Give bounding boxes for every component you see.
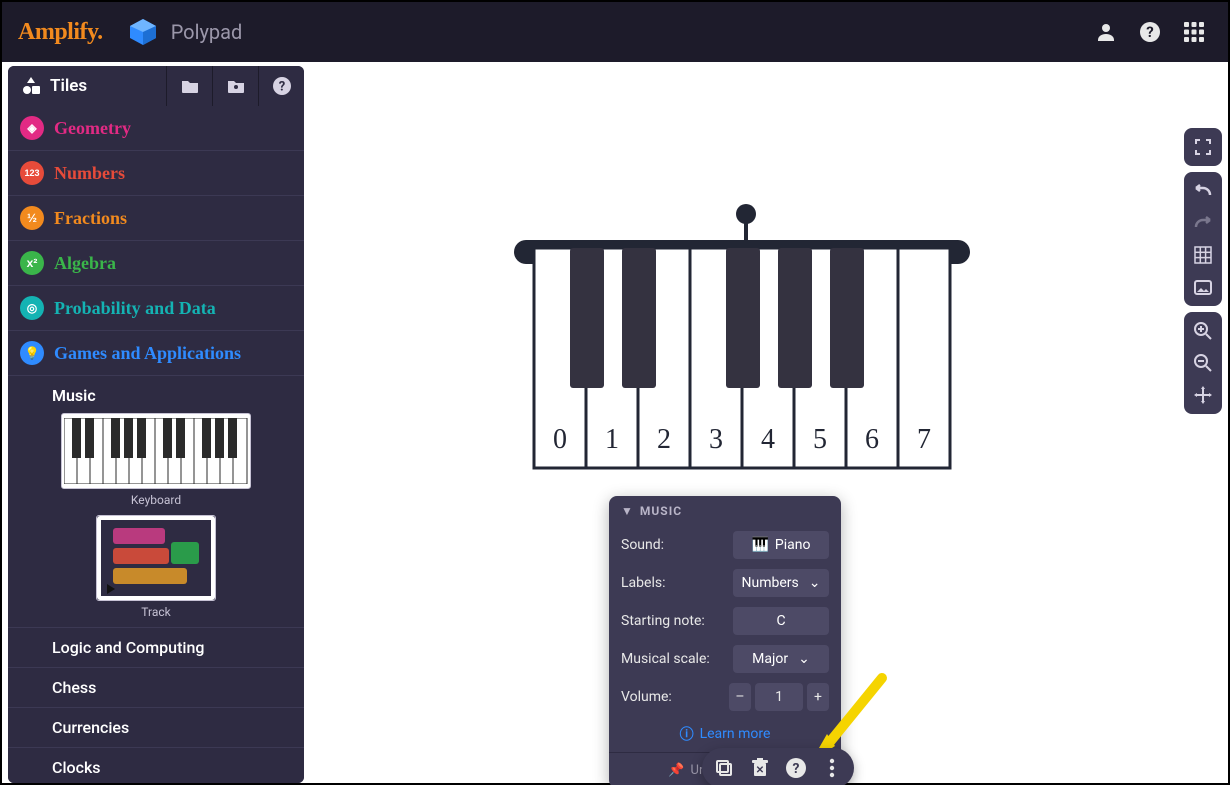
export-image-button[interactable] (1188, 272, 1218, 302)
volume-label: Volume: (621, 689, 672, 705)
chevron-down-icon: ⌄ (798, 651, 810, 667)
zoom-out-button[interactable] (1188, 348, 1218, 378)
probability-icon: ◎ (20, 296, 44, 320)
unpin-icon: 📌 (668, 763, 684, 778)
volume-value: 1 (755, 683, 803, 711)
app-header: Amplify. Polypad ? (2, 2, 1228, 62)
geometry-icon: ◈ (20, 116, 44, 140)
startnote-label: Starting note: (621, 613, 705, 629)
music-settings-panel: ▼ MUSIC Sound: 🎹 Piano Labels: Numbers ⌄… (609, 496, 841, 785)
key-label-1: 1 (605, 424, 619, 455)
more-options-button[interactable] (820, 756, 844, 780)
music-panel-title[interactable]: ▼ MUSIC (609, 496, 841, 526)
labels-select[interactable]: Numbers ⌄ (733, 569, 829, 597)
svg-text:✕: ✕ (756, 765, 764, 776)
delete-button[interactable]: ✕ (748, 756, 772, 780)
account-icon[interactable] (1088, 14, 1124, 50)
subcategory-logic[interactable]: Logic and Computing (8, 627, 304, 667)
key-label-7: 7 (917, 424, 931, 455)
tiles-tab-label: Tiles (50, 76, 87, 96)
key-label-0: 0 (553, 424, 567, 455)
grid-button[interactable] (1188, 240, 1218, 270)
copy-button[interactable] (712, 756, 736, 780)
labels-label: Labels: (621, 575, 665, 591)
tile-keyboard[interactable]: Keyboard (61, 413, 251, 507)
category-probability[interactable]: ◎ Probability and Data (8, 286, 304, 331)
open-folder-button[interactable] (166, 66, 212, 106)
games-icon: 💡 (20, 341, 44, 365)
category-list[interactable]: ◈ Geometry 123 Numbers ½ Fractions x² Al… (8, 106, 304, 783)
chevron-down-icon: ⌄ (809, 575, 821, 591)
sidebar-header: Tiles ? (8, 66, 304, 106)
piano-icon: 🎹 (751, 537, 768, 553)
algebra-icon: x² (20, 251, 44, 275)
volume-decrease-button[interactable]: – (729, 683, 751, 711)
right-toolbar (1184, 128, 1222, 414)
key-label-6: 6 (865, 424, 879, 455)
app-name: Polypad (171, 20, 243, 44)
volume-increase-button[interactable]: + (807, 683, 829, 711)
sound-label: Sound: (621, 537, 664, 553)
collapse-triangle-icon: ▼ (621, 504, 634, 518)
polypad-cube-icon[interactable] (127, 16, 159, 48)
pan-button[interactable] (1188, 380, 1218, 410)
fullscreen-button[interactable] (1188, 132, 1218, 162)
subcategory-currencies[interactable]: Currencies (8, 707, 304, 747)
key-label-5: 5 (813, 424, 827, 455)
category-numbers[interactable]: 123 Numbers (8, 151, 304, 196)
subcategory-clocks[interactable]: Clocks (8, 747, 304, 783)
fractions-icon: ½ (20, 206, 44, 230)
category-games[interactable]: 💡 Games and Applications (8, 331, 304, 376)
selection-actionbar: ✕ ? (702, 748, 854, 785)
sidebar-help-button[interactable]: ? (258, 66, 304, 106)
zoom-in-button[interactable] (1188, 316, 1218, 346)
scale-label: Musical scale: (621, 651, 710, 667)
numbers-icon: 123 (20, 161, 44, 185)
undo-button[interactable] (1188, 176, 1218, 206)
learn-more-link[interactable]: ⓘ Learn more (609, 716, 841, 752)
redo-button[interactable] (1188, 208, 1218, 238)
category-fractions[interactable]: ½ Fractions (8, 196, 304, 241)
starting-note-select[interactable]: C (733, 607, 829, 635)
category-geometry[interactable]: ◈ Geometry (8, 106, 304, 151)
scale-select[interactable]: Major ⌄ (733, 645, 829, 673)
svg-text:?: ? (278, 80, 284, 95)
sound-select[interactable]: 🎹 Piano (733, 531, 829, 559)
tiles-tab[interactable]: Tiles (8, 76, 166, 96)
key-label-3: 3 (709, 424, 723, 455)
amplify-logo[interactable]: Amplify. (18, 19, 103, 46)
help-icon[interactable]: ? (1132, 14, 1168, 50)
category-algebra[interactable]: x² Algebra (8, 241, 304, 286)
sidebar: Tiles ? ◈ Geometry (2, 62, 304, 783)
svg-text:?: ? (1146, 23, 1153, 41)
tile-track[interactable]: Track (96, 515, 216, 619)
volume-stepper: – 1 + (729, 683, 829, 711)
subcategory-chess[interactable]: Chess (8, 667, 304, 707)
info-icon: ⓘ (680, 724, 694, 744)
apps-grid-icon[interactable] (1176, 14, 1212, 50)
key-label-4: 4 (761, 424, 775, 455)
music-heading: Music (8, 376, 304, 413)
tile-help-button[interactable]: ? (784, 756, 808, 780)
shared-folder-button[interactable] (212, 66, 258, 106)
svg-text:?: ? (793, 761, 800, 777)
key-label-2: 2 (657, 424, 671, 455)
